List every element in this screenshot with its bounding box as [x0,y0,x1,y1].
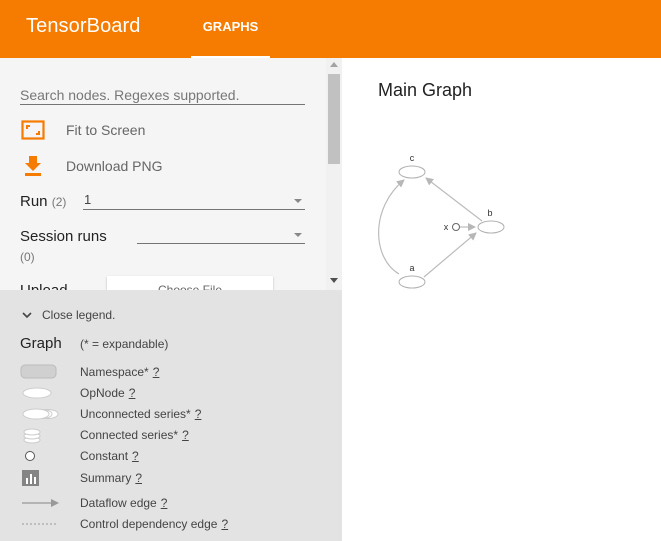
choose-file-button[interactable]: Choose File [107,276,273,290]
edge-b-to-c [425,177,483,222]
run-label: Run (2) [20,193,66,210]
graph-node-c[interactable] [398,165,426,179]
legend-item-unconnected-series: Unconnected series*? [20,404,320,424]
graph-node-b[interactable] [477,220,505,234]
run-dropdown[interactable]: 1 [83,192,305,210]
graph-svg[interactable]: c b x a [342,58,661,541]
graph-node-b-label: b [487,208,492,218]
scroll-up-arrow-icon[interactable] [330,62,338,67]
legend-item-label: Unconnected series* [80,407,191,421]
graph-node-a-label: a [409,263,414,273]
legend-item-opnode: OpNode? [20,383,320,403]
legend-item-dataflow-edge: Dataflow edge? [20,493,320,513]
close-legend-label: Close legend. [42,308,116,322]
connected-series-icon [20,425,60,445]
legend-item-connected-series: Connected series*? [20,425,320,445]
scroll-down-arrow-icon[interactable] [330,278,338,283]
help-link[interactable]: ? [221,517,228,531]
legend-item-control-dependency-edge: Control dependency edge? [20,514,320,534]
chevron-down-icon [294,233,302,237]
edge-a-to-c [378,179,405,275]
fit-to-screen-label: Fit to Screen [66,122,146,138]
legend-item-label: Dataflow edge [80,496,157,510]
legend-item-label: OpNode [80,386,125,400]
graph-node-a[interactable] [398,275,426,289]
legend-item-label: Control dependency edge [80,517,218,531]
summary-icon [20,468,60,488]
legend-item-summary: Summary? [20,468,320,488]
opnode-icon [20,383,60,403]
legend-item-namespace: Namespace*? [20,362,320,382]
help-link[interactable]: ? [129,386,136,400]
search-input[interactable] [20,85,305,105]
help-link[interactable]: ? [182,428,189,442]
sidebar: Fit to Screen Download PNG Run (2) 1 Ses… [0,58,342,541]
chevron-down-icon [294,199,302,203]
run-label-text: Run [20,193,48,210]
help-link[interactable]: ? [161,496,168,510]
unconnected-series-icon [20,404,60,424]
chevron-down-icon [22,312,32,319]
dataflow-edge-icon [20,493,60,513]
download-icon [20,154,46,178]
legend-item-constant: Constant? [20,446,320,466]
constant-icon [20,446,60,466]
download-png-label: Download PNG [66,158,163,174]
graph-node-x[interactable] [452,223,460,231]
download-png-button[interactable]: Download PNG [20,154,163,178]
run-count: (2) [51,195,67,209]
fit-to-screen-icon [20,118,46,142]
sidebar-controls: Fit to Screen Download PNG Run (2) 1 Ses… [0,58,342,290]
graph-node-c-label: c [410,153,415,163]
session-runs-count: (0) [20,250,35,264]
tab-graphs[interactable]: GRAPHS [191,0,270,58]
tab-graphs-label: GRAPHS [202,19,259,34]
help-link[interactable]: ? [195,407,202,421]
upload-label: Upload [20,282,68,290]
namespace-icon [20,362,60,382]
legend-item-label: Connected series* [80,428,179,442]
legend-subtitle: (* = expandable) [80,337,169,351]
run-dropdown-value: 1 [84,192,92,207]
control-dependency-edge-icon [20,514,60,534]
legend-title: Graph [20,335,62,352]
sidebar-scrollbar[interactable] [326,58,342,290]
legend-item-label: Constant [80,449,129,463]
help-link[interactable]: ? [132,449,139,463]
app-header: TensorBoard GRAPHS [0,0,661,58]
help-link[interactable]: ? [135,471,142,485]
legend-panel: Close legend. Graph (* = expandable) Nam… [0,290,342,541]
legend-item-label: Summary [80,471,132,485]
session-runs-label: Session runs [20,228,107,245]
close-legend-toggle[interactable]: Close legend. [22,308,115,322]
help-link[interactable]: ? [153,365,160,379]
session-runs-dropdown[interactable] [137,226,305,244]
graph-node-x-label: x [444,222,449,232]
legend-item-label: Namespace* [80,365,149,379]
fit-to-screen-button[interactable]: Fit to Screen [20,118,145,142]
edge-a-to-b [423,232,477,278]
graph-canvas[interactable]: Main Graph c b x a [342,58,661,541]
scrollbar-thumb[interactable] [328,74,340,164]
app-title: TensorBoard [26,15,141,37]
